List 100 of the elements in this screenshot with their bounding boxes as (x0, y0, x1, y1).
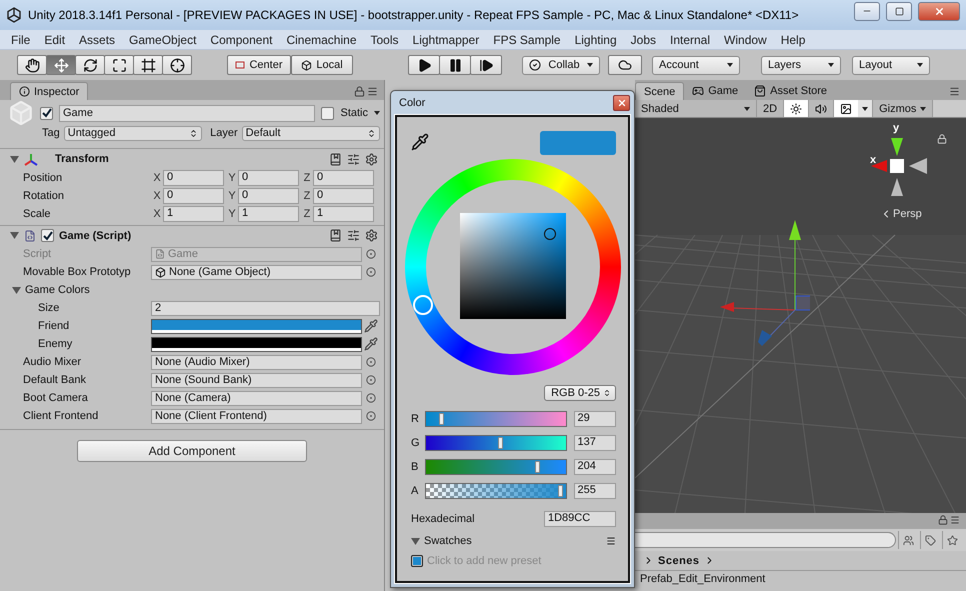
asset-item[interactable]: Prefab_Edit_Environment (635, 571, 966, 587)
object-field[interactable]: None (Game Object) (151, 264, 362, 280)
tool-button[interactable] (133, 55, 163, 75)
number-field[interactable]: 0 (163, 188, 224, 204)
menu-item[interactable]: Tools (364, 32, 406, 46)
menu-item[interactable]: Cinemachine (279, 32, 364, 46)
number-field[interactable]: 1 (238, 206, 299, 222)
lock-icon[interactable] (938, 515, 948, 525)
channel-value-field[interactable]: 137 (574, 435, 616, 451)
number-field[interactable]: 2 (151, 300, 380, 316)
menu-item[interactable]: Lightmapper (406, 32, 486, 46)
number-field[interactable]: 1 (313, 206, 374, 222)
menu-item[interactable]: Assets (72, 32, 122, 46)
slider-thumb[interactable] (534, 461, 540, 473)
add-component-button[interactable]: Add Component (77, 440, 307, 462)
shading-dropdown[interactable]: Shaded (635, 100, 757, 117)
channel-value-field[interactable]: 204 (574, 459, 616, 475)
account-dropdown[interactable]: Account (652, 56, 740, 74)
checkbox[interactable] (41, 229, 54, 242)
channel-value-field[interactable]: 29 (574, 411, 616, 427)
checkbox[interactable] (40, 106, 53, 120)
object-picker-icon[interactable] (366, 267, 376, 277)
layer-dropdown[interactable]: Default (242, 126, 380, 140)
layout-dropdown[interactable]: Layout (852, 56, 930, 74)
swatches-label[interactable]: Swatches (424, 535, 472, 547)
pivot-button[interactable]: Center (227, 55, 291, 75)
settings-icon[interactable] (365, 229, 378, 242)
lighting-toggle[interactable] (784, 100, 810, 117)
maximize-button[interactable] (886, 2, 912, 20)
gizmos-dropdown[interactable]: Gizmos (873, 100, 934, 117)
slider-thumb[interactable] (558, 485, 564, 497)
menu-item[interactable]: Internal (663, 32, 718, 46)
static-dropdown-caret-icon[interactable] (374, 111, 380, 115)
number-field[interactable]: 0 (313, 170, 374, 186)
menu-item[interactable]: Help (774, 32, 812, 46)
inspector-tab[interactable]: Inspector (10, 82, 88, 100)
effects-toggle[interactable] (834, 100, 858, 117)
slider-thumb[interactable] (498, 437, 503, 449)
tool-button[interactable] (162, 55, 192, 75)
menu-item[interactable]: Lighting (568, 32, 624, 46)
object-field[interactable]: None (Camera) (151, 390, 362, 406)
object-picker-icon[interactable] (366, 357, 376, 367)
projection-label[interactable]: Persp (893, 208, 922, 220)
close-button[interactable] (918, 2, 960, 20)
hue-cursor[interactable] (412, 295, 433, 316)
foldout-label[interactable]: Game Colors (25, 284, 153, 296)
number-field[interactable]: 1 (163, 206, 224, 222)
color-mode-dropdown[interactable]: RGB 0-25 (544, 385, 616, 401)
sliders-icon[interactable] (347, 152, 360, 166)
view-tab[interactable]: Scene (635, 82, 684, 100)
object-field[interactable]: None (Audio Mixer) (151, 354, 362, 370)
help-book-icon[interactable] (329, 229, 342, 242)
menu-item[interactable]: GameObject (122, 32, 204, 46)
menu-item[interactable]: Window (717, 32, 774, 46)
number-field[interactable]: 0 (163, 170, 224, 186)
eyedropper-icon[interactable] (364, 319, 378, 333)
sliders-icon[interactable] (347, 229, 360, 242)
tool-button[interactable] (17, 55, 47, 75)
name-field[interactable]: Game (59, 104, 316, 122)
eyedropper-icon[interactable] (411, 133, 429, 151)
menu-icon[interactable] (950, 515, 960, 525)
menu-item[interactable]: FPS Sample (486, 32, 568, 46)
tag-dropdown[interactable]: Untagged (64, 126, 202, 140)
layers-dropdown[interactable]: Layers (761, 56, 841, 74)
eyedropper-icon[interactable] (364, 337, 378, 351)
checkbox[interactable] (321, 106, 334, 120)
menu-icon[interactable] (367, 86, 378, 97)
scene-view[interactable]: y x Persp (635, 118, 966, 513)
number-field[interactable]: 0 (238, 188, 299, 204)
object-picker-icon[interactable] (366, 393, 376, 403)
number-field[interactable]: 0 (313, 188, 374, 204)
saturation-value-square[interactable] (460, 213, 566, 319)
2d-toggle[interactable]: 2D (757, 100, 784, 117)
foldout-arrow-icon[interactable] (411, 536, 420, 546)
lock-icon[interactable] (937, 134, 947, 144)
help-book-icon[interactable] (329, 152, 342, 166)
object-field[interactable]: None (Client Frontend) (151, 408, 362, 424)
lock-icon[interactable] (354, 86, 365, 97)
object-field[interactable]: None (Sound Bank) (151, 372, 362, 388)
foldout-arrow-icon[interactable] (10, 154, 19, 164)
number-field[interactable]: 0 (238, 170, 299, 186)
channel-value-field[interactable]: 255 (574, 483, 616, 499)
object-picker-icon[interactable] (366, 375, 376, 385)
foldout-arrow-icon[interactable] (12, 286, 21, 294)
menu-item[interactable]: Edit (37, 32, 72, 46)
collab-dropdown[interactable]: Collab (522, 56, 600, 74)
menu-icon[interactable] (606, 536, 616, 546)
sv-cursor[interactable] (544, 228, 556, 240)
hex-field[interactable]: 1D89CC (544, 511, 616, 527)
tool-button[interactable] (104, 55, 134, 75)
settings-icon[interactable] (365, 152, 378, 166)
slider-thumb[interactable] (438, 413, 444, 425)
menu-item[interactable]: Component (203, 32, 280, 46)
menu-item[interactable]: Jobs (624, 32, 663, 46)
menu-icon[interactable] (949, 86, 960, 97)
audio-toggle[interactable] (809, 100, 834, 117)
object-picker-icon[interactable] (366, 411, 376, 421)
play-button[interactable] (408, 55, 440, 75)
menu-item[interactable]: File (4, 32, 38, 46)
minimize-button[interactable] (854, 2, 880, 20)
